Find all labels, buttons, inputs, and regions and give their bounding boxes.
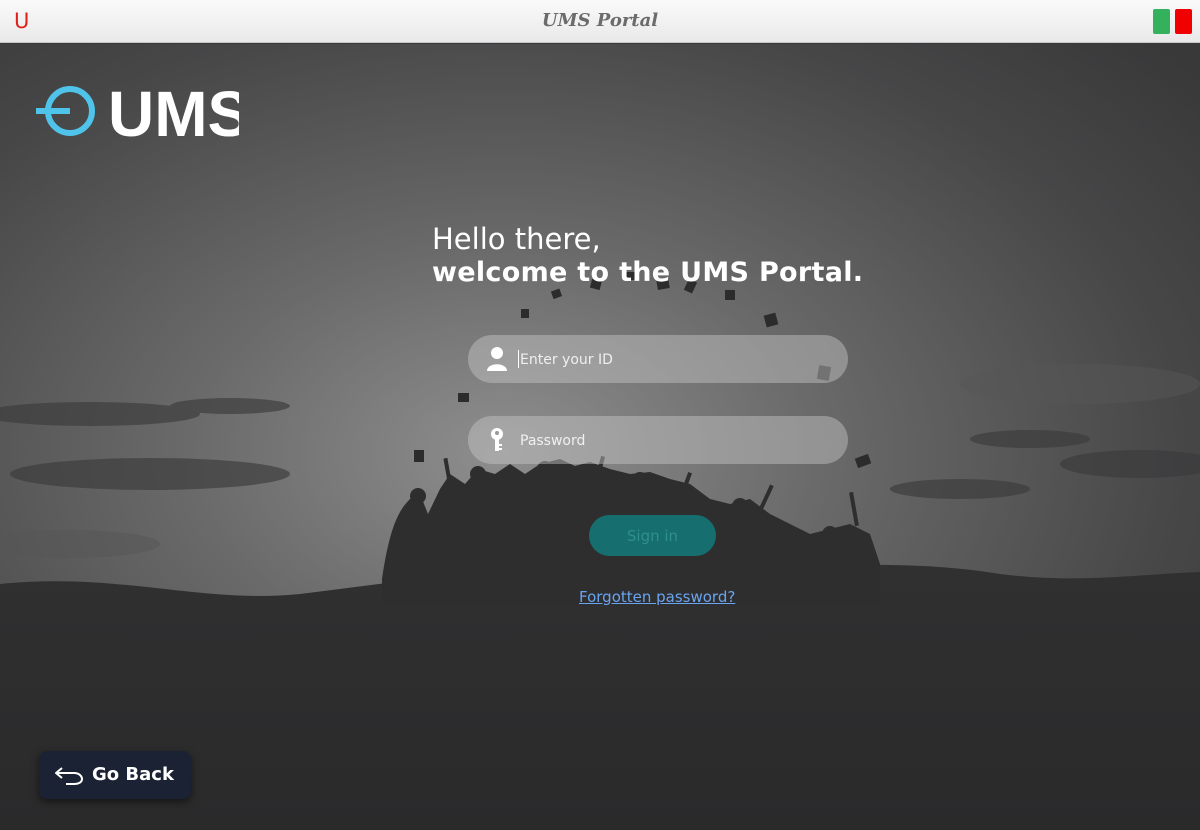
- id-field[interactable]: [468, 335, 848, 385]
- password-field[interactable]: [468, 416, 848, 466]
- greeting-line1: Hello there,: [432, 222, 601, 256]
- text-caret: [518, 350, 519, 368]
- key-icon: [491, 428, 503, 451]
- greeting-line2: welcome to the UMS Portal.: [432, 257, 864, 288]
- user-icon: [487, 347, 507, 371]
- signin-button[interactable]: Sign in: [589, 515, 716, 556]
- ums-logo: UMS: [36, 84, 239, 142]
- go-back-label: Go Back: [92, 764, 174, 785]
- id-input[interactable]: [518, 335, 832, 385]
- window-title: UMS Portal: [541, 10, 659, 31]
- password-input[interactable]: [518, 416, 832, 466]
- return-arrow-icon: [55, 767, 84, 785]
- close-button[interactable]: [1175, 9, 1192, 34]
- title-bar: U UMS Portal: [0, 0, 1200, 43]
- logo-text: UMS: [108, 84, 239, 142]
- maximize-button[interactable]: [1153, 9, 1170, 34]
- go-back-button[interactable]: Go Back: [39, 751, 191, 799]
- greeting: Hello there, welcome to the UMS Portal.: [432, 222, 863, 290]
- forgot-password-link[interactable]: Forgotten password?: [579, 588, 735, 606]
